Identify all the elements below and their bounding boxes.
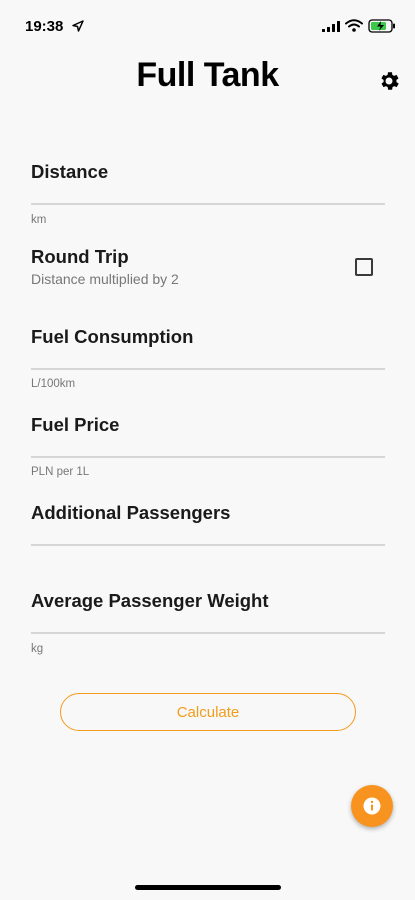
distance-underline	[31, 203, 385, 205]
home-indicator[interactable]	[135, 885, 281, 890]
round-trip-subtitle: Distance multiplied by 2	[31, 271, 179, 287]
gear-icon[interactable]	[377, 69, 401, 93]
fuel-price-hint: PLN per 1L	[31, 466, 90, 478]
additional-passengers-input[interactable]	[31, 507, 385, 543]
additional-passengers-underline	[31, 544, 385, 546]
avg-passenger-weight-hint: kg	[31, 643, 44, 655]
calculate-button[interactable]: Calculate	[60, 693, 356, 731]
avg-passenger-weight-underline	[31, 632, 385, 634]
avg-passenger-weight-input[interactable]	[31, 595, 385, 631]
round-trip-label: Round Trip	[31, 246, 129, 267]
round-trip-checkbox[interactable]	[355, 258, 373, 276]
cellular-signal-icon	[322, 21, 340, 32]
distance-hint: km	[31, 214, 47, 226]
fuel-consumption-underline	[31, 368, 385, 370]
wifi-icon	[345, 19, 363, 32]
battery-charging-icon	[368, 19, 395, 33]
status-bar: 19:38	[0, 0, 415, 50]
distance-input[interactable]	[31, 166, 385, 202]
location-arrow-icon	[72, 20, 84, 32]
info-fab-button[interactable]	[351, 785, 393, 827]
status-time: 19:38	[25, 18, 64, 35]
info-icon	[363, 797, 381, 815]
fuel-consumption-hint: L/100km	[31, 378, 76, 390]
fuel-price-underline	[31, 456, 385, 458]
page-title: Full Tank	[136, 56, 279, 94]
fuel-price-input[interactable]	[31, 419, 385, 455]
fuel-consumption-input[interactable]	[31, 331, 385, 367]
